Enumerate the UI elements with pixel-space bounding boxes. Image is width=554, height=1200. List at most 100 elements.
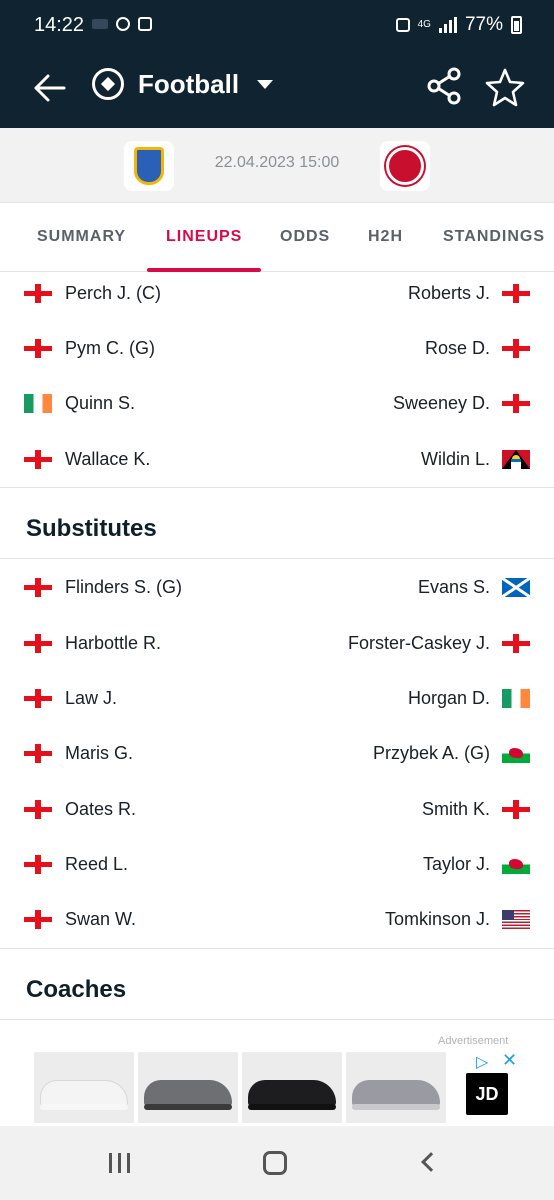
- adchoices-icon[interactable]: ▷: [476, 1052, 488, 1072]
- home-player[interactable]: Quinn S.: [24, 376, 135, 431]
- substitute-row: Oates R. Smith K.: [0, 782, 554, 837]
- home-player[interactable]: Law J.: [24, 671, 117, 726]
- away-player[interactable]: Forster-Caskey J.: [348, 616, 530, 671]
- coaches-heading: Coaches: [26, 976, 127, 1003]
- network-type: 4G: [417, 19, 431, 30]
- app-notification-icon: [138, 17, 152, 31]
- ireland-flag-icon: [24, 394, 52, 413]
- away-player[interactable]: Horgan D.: [408, 671, 530, 726]
- tab-h2h[interactable]: H2H: [368, 228, 403, 246]
- home-player-name: Perch J. (C): [65, 283, 162, 303]
- home-player[interactable]: Perch J. (C): [24, 266, 161, 321]
- battery-percentage: 77%: [464, 14, 503, 35]
- england-flag-icon: [24, 855, 52, 874]
- home-button[interactable]: [263, 1151, 287, 1175]
- home-player[interactable]: Swan W.: [24, 892, 136, 947]
- close-icon[interactable]: ✕: [502, 1050, 517, 1071]
- substitute-row: Maris G. Przybek A. (G): [0, 726, 554, 781]
- app-bar: Football: [0, 52, 554, 128]
- ad-product-image[interactable]: [34, 1052, 134, 1123]
- sport-title: Football: [138, 68, 240, 99]
- home-player-name: Harbottle R.: [65, 633, 162, 653]
- match-datetime: 22.04.2023 15:00: [214, 154, 340, 171]
- away-player[interactable]: Tomkinson J.: [385, 892, 530, 947]
- england-flag-icon: [502, 634, 530, 653]
- lineup-row: Wallace K. Wildin L.: [0, 432, 554, 487]
- home-player[interactable]: Pym C. (G): [24, 321, 155, 376]
- away-player[interactable]: Przybek A. (G): [373, 726, 530, 781]
- away-team-logo: [386, 147, 424, 185]
- share-icon[interactable]: [424, 66, 464, 106]
- substitutes-heading: Substitutes: [26, 515, 157, 542]
- home-player-name: Oates R.: [65, 799, 137, 819]
- home-player-name: Wallace K.: [65, 449, 151, 469]
- home-player[interactable]: Oates R.: [24, 782, 136, 837]
- home-player[interactable]: Harbottle R.: [24, 616, 161, 671]
- favorite-star-icon[interactable]: [484, 66, 526, 108]
- divider: [0, 1019, 554, 1020]
- away-team-crest[interactable]: [380, 141, 430, 191]
- home-player[interactable]: Wallace K.: [24, 432, 150, 487]
- away-player[interactable]: Wildin L.: [421, 432, 530, 487]
- england-flag-icon: [24, 800, 52, 819]
- away-player[interactable]: Rose D.: [425, 321, 530, 376]
- england-flag-icon: [24, 744, 52, 763]
- england-flag-icon: [24, 910, 52, 929]
- ad-product-image[interactable]: [346, 1052, 446, 1123]
- ad-product-image[interactable]: [138, 1052, 238, 1123]
- divider: [0, 558, 554, 559]
- face-status-icon: [395, 18, 410, 32]
- home-player-name: Flinders S. (G): [65, 577, 183, 597]
- efl-notification-icon: [92, 19, 108, 29]
- england-flag-icon: [24, 339, 52, 358]
- england-flag-icon: [502, 284, 530, 303]
- system-nav-bar: [0, 1126, 554, 1200]
- system-back-button[interactable]: [421, 1152, 441, 1172]
- accessibility-notification-icon: [116, 17, 130, 31]
- divider: [0, 948, 554, 949]
- away-player-name: Wildin L.: [420, 449, 490, 469]
- away-player-name: Taylor J.: [422, 854, 490, 874]
- jd-logo[interactable]: JD: [466, 1073, 508, 1115]
- football-icon: [92, 68, 124, 100]
- tab-standings[interactable]: STANDINGS: [443, 228, 545, 246]
- top-bar: 14:22 4G 77% Football: [0, 0, 554, 128]
- england-flag-icon: [502, 339, 530, 358]
- away-player-name: Sweeney D.: [392, 393, 490, 413]
- ad-product-image[interactable]: [242, 1052, 342, 1123]
- status-time: 14:22: [34, 14, 85, 36]
- tab-lineups[interactable]: LINEUPS: [166, 228, 242, 246]
- england-flag-icon: [24, 284, 52, 303]
- away-player-name: Tomkinson J.: [384, 909, 490, 929]
- away-player[interactable]: Taylor J.: [423, 837, 530, 892]
- tab-odds[interactable]: ODDS: [280, 228, 330, 246]
- battery-icon: [511, 16, 522, 34]
- tab-summary[interactable]: SUMMARY: [37, 228, 126, 246]
- away-player-name: Przybek A. (G): [372, 743, 490, 763]
- substitute-row: Swan W. Tomkinson J.: [0, 892, 554, 947]
- match-tabs: SUMMARY LINEUPS ODDS H2H STANDINGS: [0, 204, 554, 272]
- home-player-name: Law J.: [65, 688, 118, 708]
- england-flag-icon: [502, 394, 530, 413]
- home-player[interactable]: Flinders S. (G): [24, 560, 182, 615]
- home-player[interactable]: Reed L.: [24, 837, 128, 892]
- england-flag-icon: [24, 689, 52, 708]
- status-bar: 14:22 4G 77%: [0, 0, 554, 52]
- england-flag-icon: [24, 634, 52, 653]
- status-right: 4G 77%: [395, 14, 522, 36]
- away-player[interactable]: Evans S.: [418, 560, 530, 615]
- away-player[interactable]: Smith K.: [422, 782, 530, 837]
- away-player[interactable]: Sweeney D.: [393, 376, 530, 431]
- home-player[interactable]: Maris G.: [24, 726, 133, 781]
- sport-selector[interactable]: Football: [92, 68, 274, 100]
- ireland-flag-icon: [502, 689, 530, 708]
- away-player[interactable]: Roberts J.: [408, 266, 530, 321]
- home-player-name: Quinn S.: [65, 393, 136, 413]
- substitute-row: Harbottle R. Forster-Caskey J.: [0, 616, 554, 671]
- ad-banner[interactable]: [34, 1052, 446, 1123]
- usa-flag-icon: [502, 910, 530, 929]
- recents-button[interactable]: [109, 1153, 130, 1173]
- signal-icon: [438, 17, 457, 33]
- wales-flag-icon: [502, 744, 530, 763]
- back-arrow-icon[interactable]: [30, 68, 70, 108]
